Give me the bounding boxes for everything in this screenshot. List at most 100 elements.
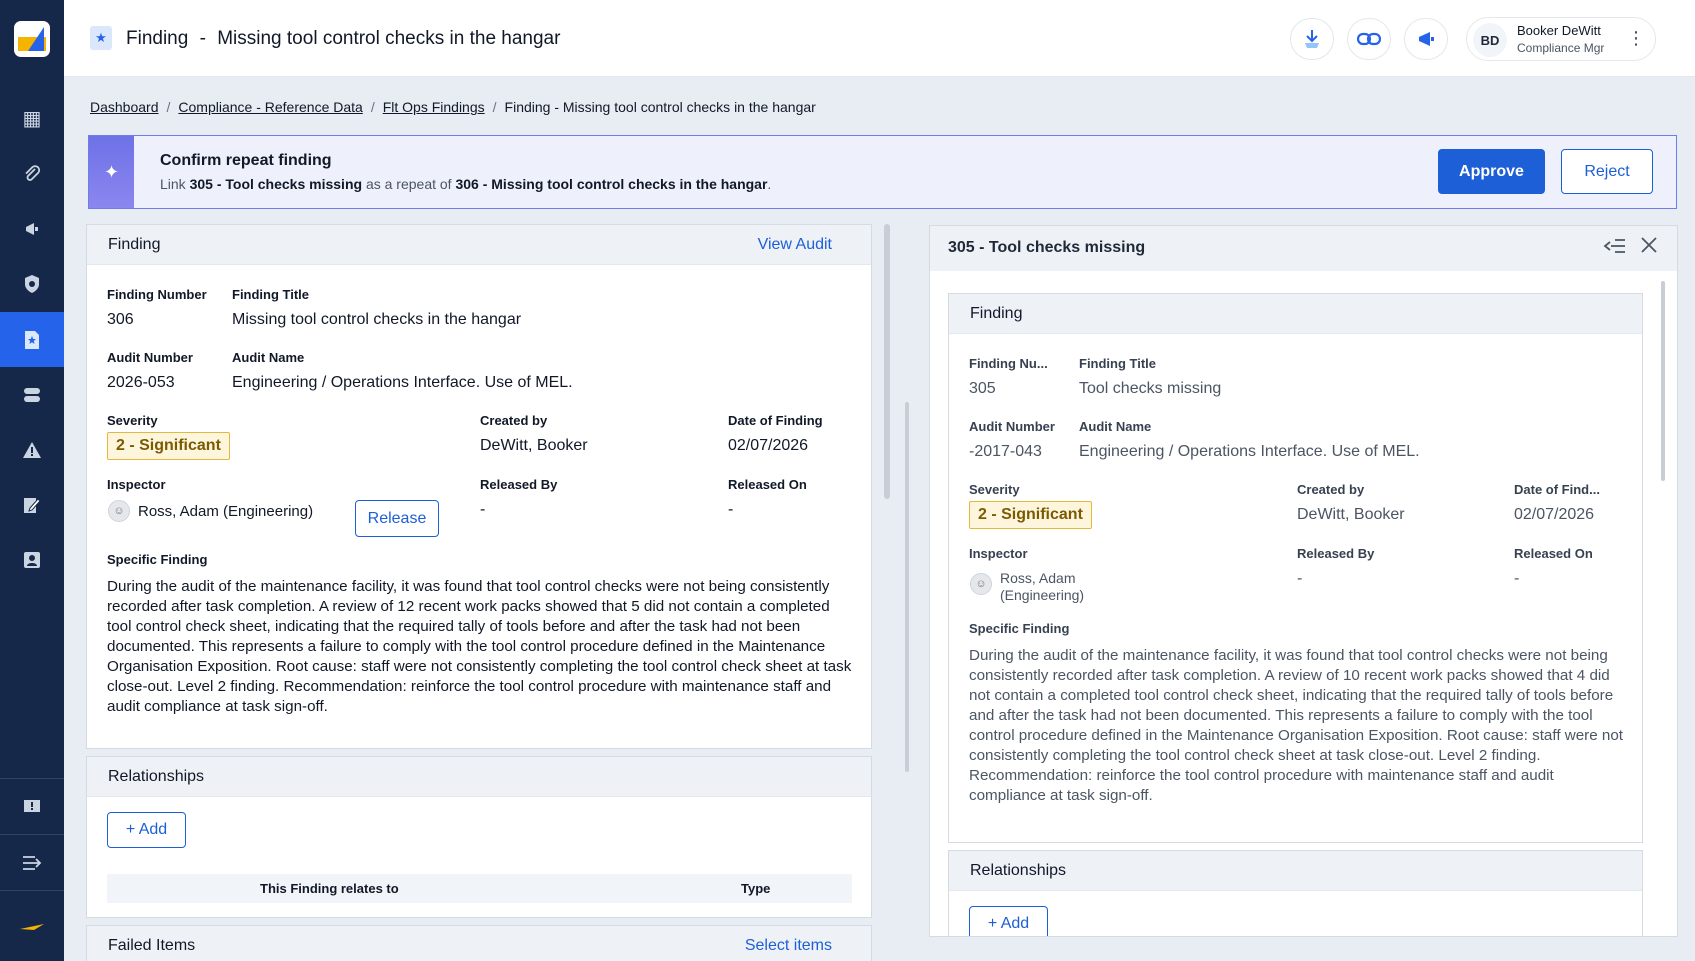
audit-number-label: Audit Number	[107, 350, 193, 365]
compare-panel-title: 305 - Tool checks missing	[948, 239, 1146, 256]
compare-released-by-label: Released By	[1297, 546, 1375, 561]
inspector-label: Inspector	[107, 477, 166, 492]
user-menu[interactable]: BD Booker DeWitt Compliance Mgr ⋮	[1466, 17, 1656, 61]
add-relationship-button[interactable]: + Add	[107, 812, 186, 848]
findings-icon[interactable]	[0, 312, 64, 367]
severity-label: Severity	[107, 413, 158, 428]
shield-icon[interactable]	[0, 256, 64, 311]
compare-relationships-card: Relationships + Add	[948, 850, 1643, 936]
contacts-icon[interactable]	[0, 532, 64, 587]
page-title: Finding - Missing tool control checks in…	[126, 28, 561, 49]
compare-audit-name-label: Audit Name	[1079, 419, 1152, 434]
compare-finding-header: Finding	[970, 305, 1023, 322]
inspector-name: Ross, Adam (Engineering)	[138, 503, 314, 520]
megaphone-icon[interactable]	[0, 201, 64, 256]
announcement-icon[interactable]	[1404, 18, 1448, 60]
avatar: BD	[1473, 23, 1507, 57]
compare-finding-number-label: Finding Nu...	[969, 356, 1048, 371]
audit-number: 2026-053	[107, 374, 175, 391]
created-by-label: Created by	[480, 413, 548, 428]
app-logo[interactable]	[14, 21, 50, 57]
specific-finding-label: Specific Finding	[107, 552, 208, 567]
view-audit-link[interactable]: View Audit	[758, 236, 832, 254]
compare-created-by: DeWitt, Booker	[1297, 506, 1405, 523]
link-icon[interactable]	[1347, 18, 1391, 60]
failed-items-title: Failed Items	[108, 937, 196, 954]
breadcrumb-flt-ops[interactable]: Flt Ops Findings	[383, 99, 485, 115]
failed-items-card: Failed Items Select items	[86, 925, 872, 961]
severity-badge: 2 - Significant	[107, 432, 230, 460]
warning-icon[interactable]	[0, 422, 64, 477]
finding-number: 306	[107, 311, 134, 328]
feedback-icon[interactable]	[0, 779, 64, 834]
compare-add-relationship-button[interactable]: + Add	[969, 906, 1048, 936]
download-icon[interactable]	[1290, 18, 1334, 60]
compare-scrollbar[interactable]	[1661, 281, 1665, 481]
scrollbar[interactable]	[884, 224, 890, 499]
compare-finding-title: Tool checks missing	[1079, 380, 1222, 397]
finding-card: Finding View Audit Finding Number 306 Fi…	[86, 224, 872, 749]
compare-audit-number: -2017-043	[969, 443, 1042, 460]
released-on-label: Released On	[728, 477, 807, 492]
compare-severity-badge: 2 - Significant	[969, 501, 1092, 529]
released-by: -	[480, 501, 486, 518]
close-icon[interactable]	[1640, 236, 1658, 260]
finding-card-title: Finding	[108, 236, 161, 253]
finding-title: Missing tool control checks in the hanga…	[232, 311, 522, 328]
col-relates: This Finding relates to	[260, 881, 399, 896]
specific-finding-text: During the audit of the maintenance faci…	[107, 578, 852, 715]
released-by-label: Released By	[480, 477, 558, 492]
compare-audit-number-label: Audit Number	[969, 419, 1055, 434]
compare-finding-card: Finding Finding Nu... 305 Finding Title …	[948, 293, 1643, 843]
reject-button[interactable]: Reject	[1561, 149, 1653, 194]
compare-finding-number: 305	[969, 380, 996, 397]
paperclip-icon[interactable]	[0, 146, 64, 201]
compare-specific-finding-text: During the audit of the maintenance faci…	[969, 647, 1624, 804]
user-name: Booker DeWitt	[1517, 23, 1601, 38]
compare-inspector-name: Ross, Adam (Engineering)	[1000, 570, 1085, 603]
relationships-title: Relationships	[108, 768, 205, 785]
compare-relationships-title: Relationships	[970, 862, 1067, 879]
compare-date: 02/07/2026	[1514, 506, 1595, 523]
audit-name-label: Audit Name	[232, 350, 305, 365]
date-label: Date of Finding	[728, 413, 823, 428]
dashboard-icon[interactable]: ▦	[0, 91, 64, 146]
compare-panel: 305 - Tool checks missing Finding Findin…	[929, 225, 1678, 937]
created-by: DeWitt, Booker	[480, 437, 588, 454]
compare-inspector-label: Inspector	[969, 546, 1028, 561]
compare-created-by-label: Created by	[1297, 482, 1365, 497]
select-items-link[interactable]: Select items	[745, 937, 832, 955]
finding-star-icon: ★	[90, 26, 112, 50]
compare-released-by: -	[1297, 570, 1303, 587]
audit-name: Engineering / Operations Interface. Use …	[232, 374, 573, 391]
breadcrumb-dashboard[interactable]: Dashboard	[90, 99, 159, 115]
more-vertical-icon[interactable]: ⋮	[1627, 28, 1645, 49]
compare-audit-name: Engineering / Operations Interface. Use …	[1079, 443, 1420, 460]
released-on: -	[728, 501, 734, 518]
collapse-menu-icon[interactable]	[0, 835, 64, 890]
compare-specific-finding-label: Specific Finding	[969, 621, 1070, 636]
database-icon[interactable]	[0, 367, 64, 422]
compare-person-icon: ☺	[970, 573, 992, 595]
brand-icon	[0, 899, 64, 954]
breadcrumb-compliance[interactable]: Compliance - Reference Data	[178, 99, 362, 115]
breadcrumb: Dashboard / Compliance - Reference Data / Fl…	[90, 99, 816, 115]
col-type: Type	[741, 881, 771, 896]
relationships-card: Relationships + Add This Finding relates…	[86, 756, 872, 918]
sparkle-icon: ✦	[89, 136, 134, 208]
top-header: ★ Finding - Missing tool control checks …	[64, 0, 1695, 77]
edit-icon[interactable]	[0, 477, 64, 532]
breadcrumb-current: Finding - Missing tool control checks in…	[504, 99, 816, 115]
relationships-table-header: This Finding relates to Type	[107, 874, 852, 903]
compare-finding-title-label: Finding Title	[1079, 356, 1157, 371]
date-of-finding: 02/07/2026	[728, 437, 809, 454]
repeat-finding-banner: ✦ Confirm repeat finding Link 305 - Tool…	[88, 135, 1677, 209]
collapse-panel-icon[interactable]	[1603, 236, 1627, 262]
compare-released-on-label: Released On	[1514, 546, 1593, 561]
scrollbar-secondary[interactable]	[905, 402, 909, 772]
person-icon: ☺	[108, 500, 130, 522]
approve-button[interactable]: Approve	[1438, 149, 1545, 194]
compare-date-label: Date of Find...	[1514, 482, 1600, 497]
finding-number-label: Finding Number	[107, 287, 207, 302]
release-button[interactable]: Release	[355, 500, 439, 537]
